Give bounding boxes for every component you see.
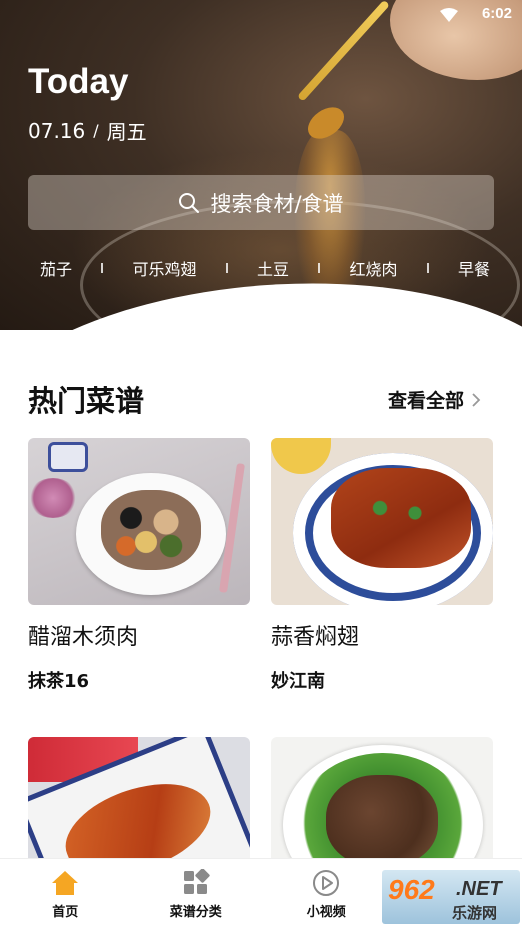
tag-divider [318, 263, 321, 273]
view-all-link[interactable]: 查看全部 [388, 386, 482, 413]
nav-label: 小视频 [306, 905, 346, 920]
hero-banner: 6:02 Today 07.16 / 周五 搜索食材/食谱 茄子 可乐鸡翅 土豆… [0, 0, 522, 330]
recipe-card[interactable]: 蒜香焖翅 妙江南 [271, 438, 493, 693]
cup-decoration [48, 442, 88, 472]
tag-divider [101, 263, 104, 273]
section-title-popular: 热门菜谱 [28, 384, 145, 418]
status-time: 6:02 [481, 5, 512, 22]
view-all-label: 查看全部 [388, 390, 465, 412]
tag-item[interactable]: 茄子 [40, 256, 72, 280]
chevron-right-icon [472, 392, 481, 407]
home-icon [52, 871, 79, 895]
recipe-image [271, 438, 493, 605]
hot-tags: 茄子 可乐鸡翅 土豆 红烧肉 早餐 [40, 256, 490, 280]
tag-divider [225, 263, 228, 273]
watermark-sub: 乐游网 [452, 904, 498, 922]
recipe-name: 醋溜木须肉 [28, 625, 139, 650]
nav-item-home[interactable]: 首页 [0, 859, 131, 928]
flower-decoration [28, 478, 78, 518]
search-placeholder: 搜索食材/食谱 [210, 191, 344, 216]
search-icon [179, 192, 200, 213]
dish-food [101, 490, 201, 570]
tag-divider [426, 263, 429, 273]
recipe-card[interactable]: 醋溜木须肉 抹茶16 [28, 438, 250, 693]
watermark-suffix: .NET [456, 878, 502, 900]
app-root: 6:02 Today 07.16 / 周五 搜索食材/食谱 茄子 可乐鸡翅 土豆… [0, 0, 522, 928]
nav-label: 菜谱分类 [169, 905, 222, 920]
wifi-icon [440, 8, 458, 22]
tag-item[interactable]: 可乐鸡翅 [132, 256, 196, 280]
dish-food [331, 468, 471, 568]
nav-label: 首页 [52, 905, 79, 920]
today-title: Today [28, 62, 129, 101]
tag-item[interactable]: 土豆 [257, 256, 289, 280]
date-text: 07.16 [28, 118, 86, 143]
category-grid-icon [183, 869, 210, 894]
play-video-icon [313, 870, 340, 896]
recipe-name: 蒜香焖翅 [271, 625, 360, 650]
weekday-text: 周五 [106, 120, 147, 144]
bowl-decoration [271, 438, 331, 474]
dish-food [326, 775, 438, 867]
date-row: 07.16 / 周五 [28, 116, 147, 145]
watermark-logo: 962 .NET 乐游网 [382, 870, 520, 924]
nav-item-short-video[interactable]: 小视频 [261, 859, 392, 928]
watermark-number: 962 [388, 874, 435, 905]
tag-item[interactable]: 红烧肉 [349, 256, 397, 280]
date-separator: / [93, 121, 99, 140]
nav-item-category[interactable]: 菜谱分类 [131, 859, 262, 928]
tag-item[interactable]: 早餐 [458, 256, 490, 280]
search-input[interactable]: 搜索食材/食谱 [28, 175, 494, 230]
status-bar: 6:02 [0, 0, 522, 30]
recipe-author: 抹茶16 [28, 671, 90, 692]
recipe-author: 妙江南 [271, 671, 325, 692]
recipe-image [28, 438, 250, 605]
